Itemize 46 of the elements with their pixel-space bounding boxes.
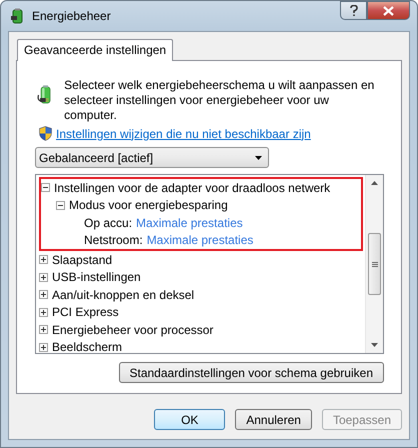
- setting-value[interactable]: Maximale prestaties: [136, 216, 243, 230]
- plus-icon: [41, 310, 46, 315]
- tree-item[interactable]: USB-instellingen: [52, 270, 141, 284]
- scroll-down-icon[interactable]: [371, 343, 378, 347]
- tree-item[interactable]: Beeldscherm: [52, 340, 122, 353]
- shield-icon: [39, 126, 52, 141]
- plus-icon: [41, 257, 46, 262]
- setting-label: Op accu:: [84, 216, 132, 230]
- dialog-button[interactable]: OK: [154, 409, 226, 430]
- tree-item[interactable]: Slaapstand: [52, 252, 112, 267]
- minus-icon: [58, 202, 63, 208]
- intro-text: Selecteer welk energiebeheerschema u wilt aanpassen en selecteer instellingen voor energiebeheer voor uw computer.: [64, 78, 376, 123]
- expand-toggle[interactable]: [39, 325, 48, 334]
- admin-link[interactable]: Instellingen wijzigen die nu niet beschikbaar zijn: [56, 126, 311, 140]
- plus-icon: [41, 344, 46, 350]
- minus-icon: [43, 185, 48, 190]
- tree-item[interactable]: Modus voor energiebesparing: [69, 198, 228, 212]
- caret-icon: [255, 156, 262, 160]
- plus-icon: [41, 274, 46, 280]
- help-icon: [350, 5, 358, 16]
- plan-dropdown[interactable]: Gebalanceerd [actief]: [35, 147, 269, 168]
- setting-label: Netstroom:: [84, 233, 143, 248]
- window-title: Energiebeheer: [32, 9, 112, 23]
- tree-item[interactable]: Aan/uit-knoppen en deksel: [52, 288, 194, 302]
- expand-toggle[interactable]: [39, 308, 48, 317]
- help-button[interactable]: [340, 1, 367, 20]
- expand-toggle[interactable]: [39, 290, 48, 300]
- expand-toggle[interactable]: [39, 255, 48, 264]
- collapse-toggle[interactable]: [56, 200, 65, 210]
- close-button[interactable]: [367, 1, 410, 20]
- tree-item[interactable]: Instellingen voor de adapter voor draadloos netwerk: [54, 180, 330, 195]
- restore-defaults-button[interactable]: Standaardinstellingen voor schema gebruiken: [118, 362, 384, 383]
- scrollbar[interactable]: [365, 175, 383, 353]
- close-icon: [383, 6, 394, 16]
- tree-item[interactable]: Energiebeheer voor processor: [52, 322, 214, 337]
- expand-toggle[interactable]: [39, 342, 48, 352]
- setting-value[interactable]: Maximale prestaties: [146, 233, 254, 248]
- collapse-toggle[interactable]: [41, 183, 50, 192]
- tab[interactable]: Geavanceerde instellingen: [17, 39, 174, 61]
- expand-toggle[interactable]: [39, 272, 48, 282]
- plus-icon: [41, 292, 46, 298]
- scroll-up-icon[interactable]: [371, 181, 378, 185]
- tree-item[interactable]: PCI Express: [52, 305, 119, 320]
- dialog-button[interactable]: Annuleren: [235, 409, 312, 430]
- plus-icon: [41, 327, 46, 332]
- scroll-thumb[interactable]: [368, 233, 381, 295]
